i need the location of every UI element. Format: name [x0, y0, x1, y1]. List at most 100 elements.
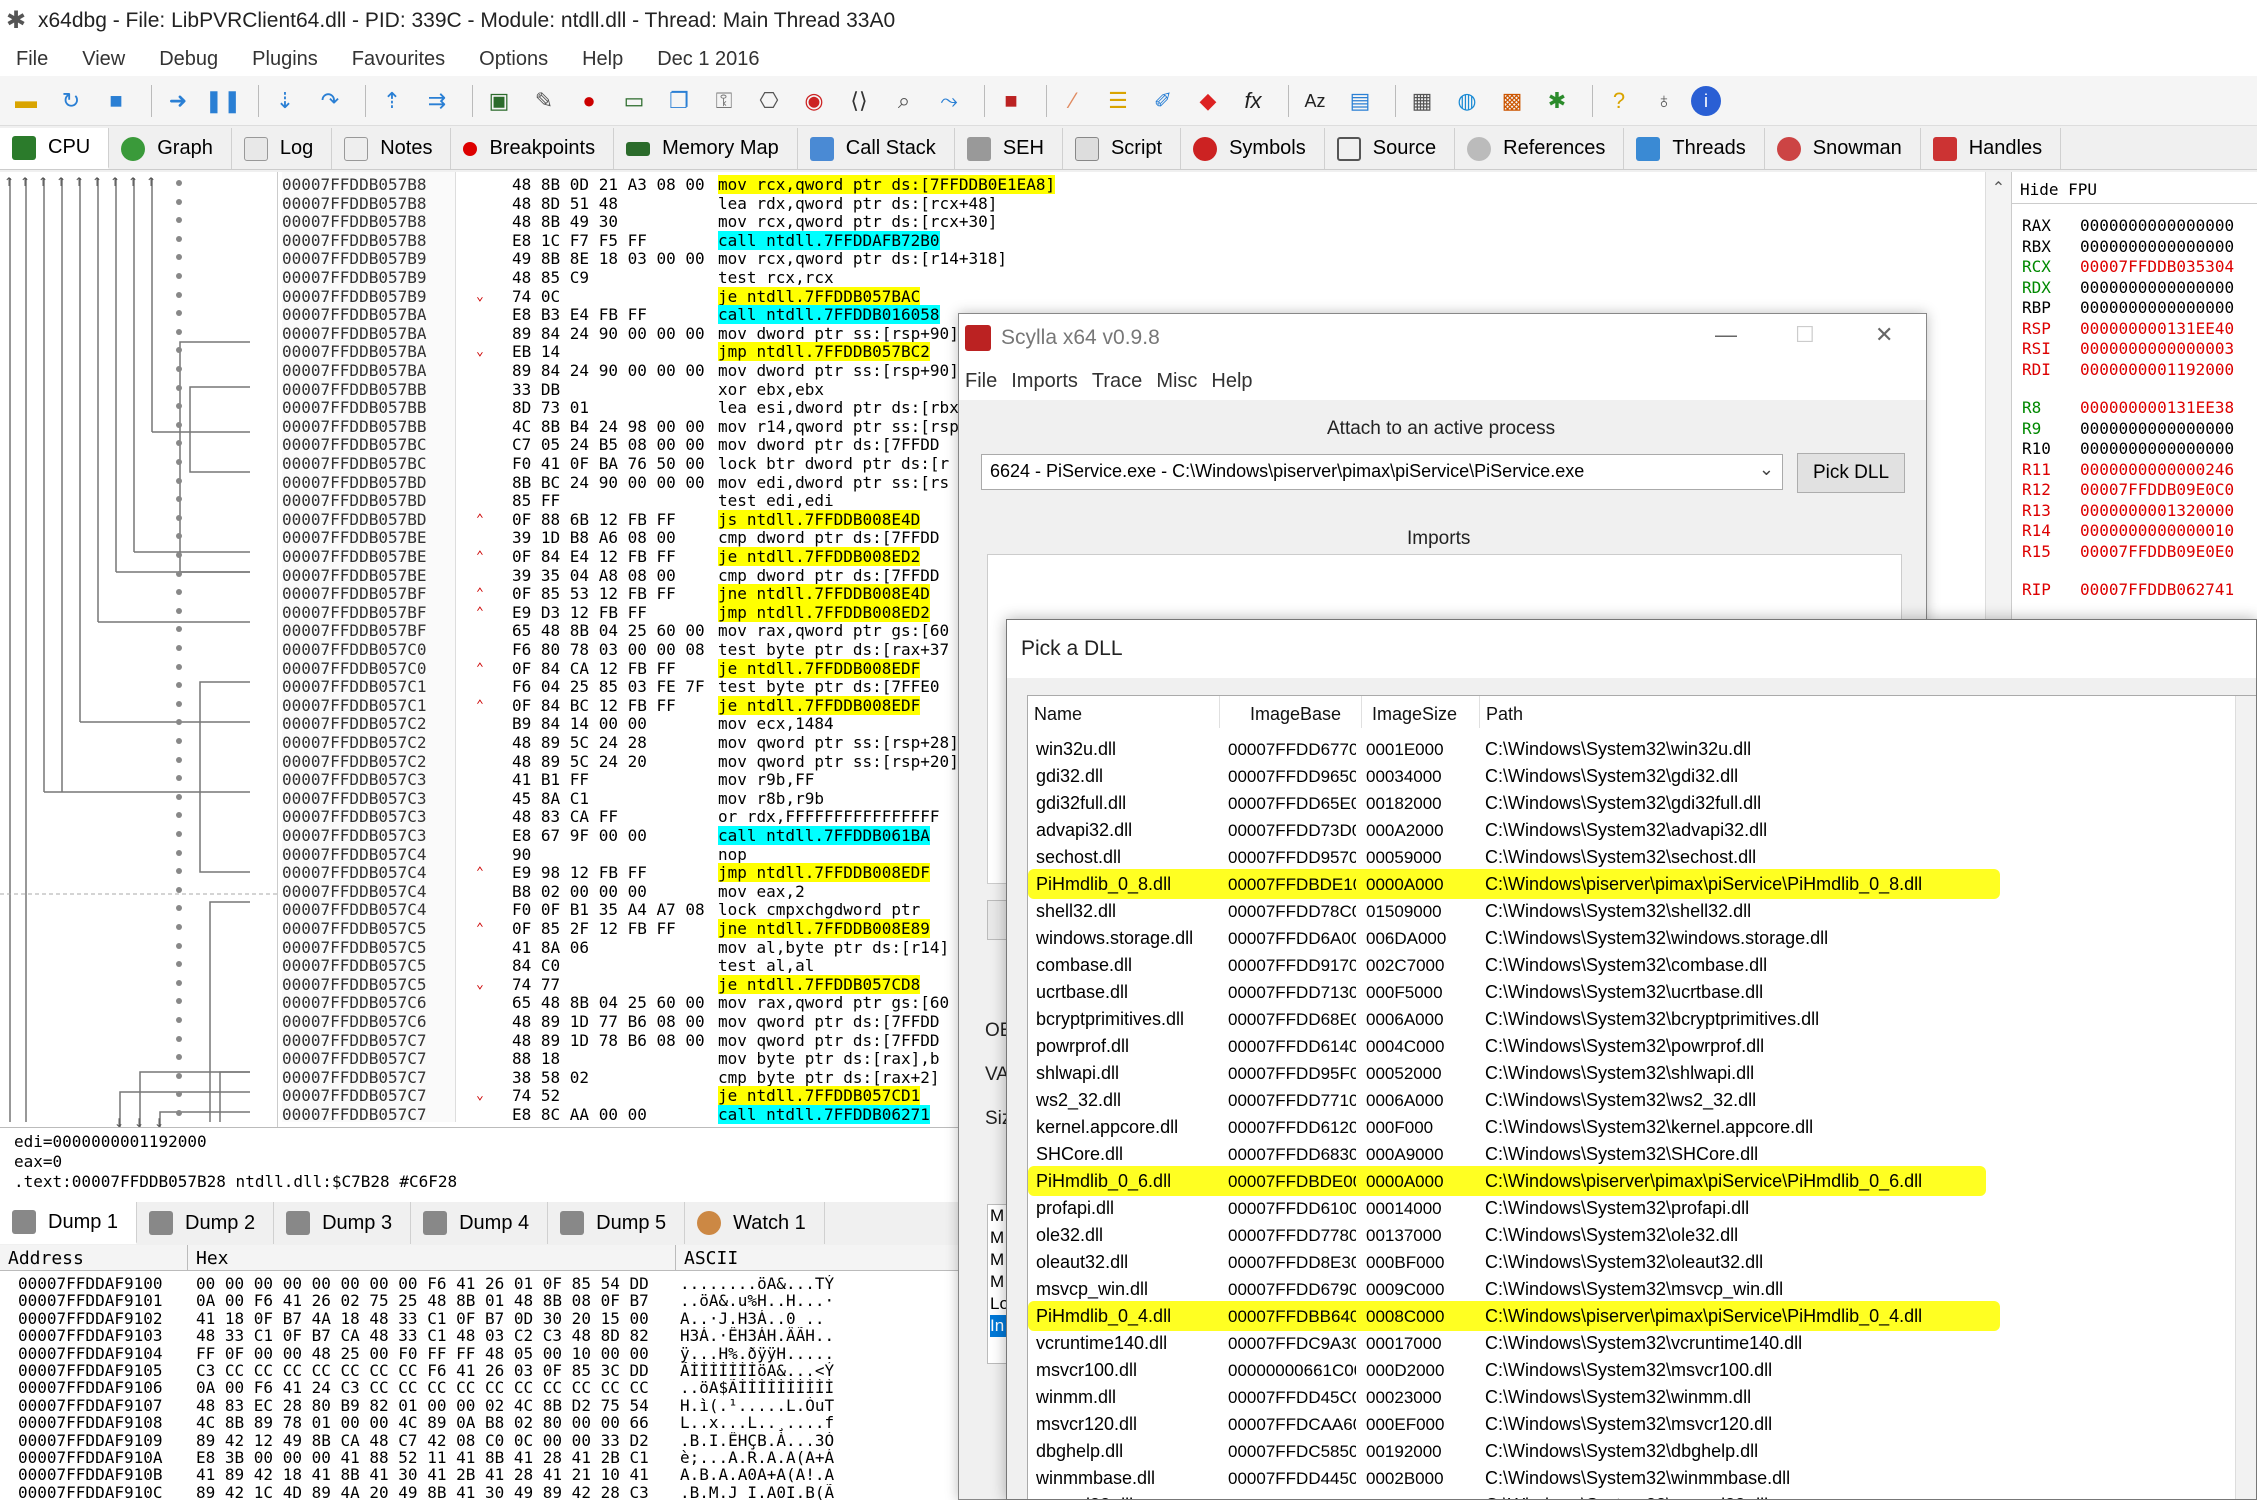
breakpoint-dot[interactable]	[176, 1017, 182, 1023]
dll-header-name[interactable]: Name	[1028, 696, 1220, 728]
close-icon[interactable]: ✕	[1875, 322, 1893, 348]
breakpoint-dot[interactable]	[176, 421, 182, 428]
tab-references[interactable]: References	[1455, 128, 1625, 169]
tab-memory-map[interactable]: Memory Map	[614, 128, 798, 169]
scylla-icon[interactable]: ■	[993, 83, 1029, 119]
plugins-icon[interactable]: ▩	[1494, 83, 1530, 119]
source-icon[interactable]: ⟨⟩	[841, 83, 877, 119]
memory-icon[interactable]: ▭	[616, 83, 652, 119]
globe-icon[interactable]: ◍	[1449, 83, 1485, 119]
scylla-menu-help[interactable]: Help	[1211, 370, 1252, 393]
tab-source[interactable]: Source	[1325, 128, 1456, 169]
register-row[interactable]: R12 00007FFDDB09E0C0	[2022, 480, 2234, 500]
menu-file[interactable]: File	[16, 48, 48, 71]
dll-list-scrollbar[interactable]	[2235, 696, 2256, 1499]
calculator-icon[interactable]: ▦	[1404, 83, 1440, 119]
menu-help[interactable]: Help	[582, 48, 623, 71]
step-over-icon[interactable]: ↷	[312, 83, 348, 119]
menu-debug[interactable]: Debug	[159, 48, 218, 71]
breakpoint-dot[interactable]	[176, 477, 182, 484]
disasm-row[interactable]: 00007FFDDB057B8 E8 1C F7 F5 FF call ntdll.…	[278, 230, 1985, 250]
dump-header-ascii[interactable]: ASCII	[676, 1245, 960, 1271]
patch-icon[interactable]: ✎	[526, 83, 562, 119]
breakpoint-dot[interactable]	[176, 924, 182, 930]
dll-row[interactable]: msvcr120.dll 00007FFDCAA60000 000EF000 C:\W…	[1028, 1411, 2256, 1438]
dll-row[interactable]: advapi32.dll 00007FFDD73D0000 000A2000 C:\W…	[1028, 817, 2256, 844]
scylla-menu-trace[interactable]: Trace	[1092, 370, 1142, 393]
tab-dump-5[interactable]: Dump 5	[548, 1202, 686, 1244]
run-icon[interactable]: ➜	[160, 83, 196, 119]
dump-header-hex[interactable]: Hex	[188, 1245, 676, 1271]
dll-row[interactable]: windows.storage.dll 00007FFDD6A00000 006DA…	[1028, 925, 2256, 952]
breakpoint-dot[interactable]	[176, 886, 182, 893]
breakpoint-dot[interactable]	[176, 328, 182, 335]
dll-row[interactable]: gdi32full.dll 00007FFDD65E0000 00182000 C:\…	[1028, 790, 2256, 817]
tab-breakpoints[interactable]: Breakpoints	[451, 128, 615, 169]
breakpoint-dot[interactable]	[176, 291, 182, 298]
bug-icon[interactable]: ✱	[1539, 83, 1575, 119]
breakpoint-dot[interactable]	[176, 459, 182, 465]
tab-dump-4[interactable]: Dump 4	[411, 1202, 549, 1244]
register-row[interactable]: RBP 0000000000000000	[2022, 298, 2234, 318]
breakpoint-dot[interactable]	[176, 1072, 182, 1079]
dll-row[interactable]: sechost.dll 00007FFDD9570000 00059000 C:\Wi…	[1028, 844, 2256, 871]
minimize-icon[interactable]: —	[1715, 322, 1737, 348]
function-icon[interactable]: fx	[1235, 83, 1271, 119]
register-row[interactable]: R13 0000000001320000	[2022, 501, 2234, 521]
process-select[interactable]: 6624 - PiService.exe - C:\Windows\piserv…	[981, 454, 1783, 490]
comment-icon[interactable]: ☰	[1100, 83, 1136, 119]
dll-row[interactable]: shlwapi.dll 00007FFDD95F0000 00052000 C:\Wi…	[1028, 1060, 2256, 1087]
menu-options[interactable]: Options	[479, 48, 548, 71]
step-into-icon[interactable]: ⇣	[267, 83, 303, 119]
breakpoint-dot[interactable]	[176, 831, 182, 837]
dll-row[interactable]: PiHmdlib_0_6.dll 00007FFDBDE00000 0000A000…	[1028, 1168, 2256, 1195]
breakpoint-dot[interactable]	[176, 700, 182, 707]
tab-snowman[interactable]: Snowman	[1765, 128, 1921, 169]
register-row[interactable]: RCX 00007FFDDB035304	[2022, 257, 2234, 277]
dll-row[interactable]: winmm.dll 00007FFDD45C0000 00023000 C:\Wind…	[1028, 1384, 2256, 1411]
breakpoint-dot[interactable]	[176, 793, 182, 800]
close-icon[interactable]: ■	[98, 83, 134, 119]
dll-list[interactable]: Name ImageBase ImageSize Path win32u.dll…	[1027, 695, 2256, 1499]
scylla-64-icon[interactable]: ▣	[481, 83, 517, 119]
tab-dump-3[interactable]: Dump 3	[274, 1202, 412, 1244]
breakpoint-dot[interactable]	[176, 979, 182, 986]
register-row[interactable]: RDI 0000000001192000	[2022, 360, 2234, 380]
disasm-row[interactable]: 00007FFDDB057B8 48 8B 0D 21 A3 08 00 mov r…	[278, 175, 1985, 194]
breakpoint-dot[interactable]	[176, 570, 182, 577]
dll-row[interactable]: vcruntime140.dll 00007FFDC9A30000 00017000…	[1028, 1330, 2256, 1357]
breakpoint-dot[interactable]	[176, 552, 182, 558]
register-row[interactable]: RSI 0000000000000003	[2022, 339, 2234, 359]
tab-threads[interactable]: Threads	[1624, 128, 1765, 169]
dll-header-imagebase[interactable]: ImageBase	[1220, 696, 1362, 728]
dll-row[interactable]: PiHmdlib_0_4.dll 00007FFDBB640000 0008C000…	[1028, 1303, 2256, 1330]
disasm-row[interactable]: 00007FFDDB057B9 ⌄ 74 0C je ntdll.7FFDDB057B…	[278, 286, 1985, 306]
scylla-menu-misc[interactable]: Misc	[1156, 370, 1197, 393]
breakpoint-dot[interactable]	[176, 663, 182, 670]
scylla-menu-file[interactable]: File	[965, 370, 997, 393]
script-icon[interactable]: ⎔	[751, 83, 787, 119]
dll-header-path[interactable]: Path	[1480, 696, 2240, 728]
symbols-icon[interactable]: ◉	[796, 83, 832, 119]
pause-icon[interactable]: ❚❚	[205, 83, 242, 119]
tab-seh[interactable]: SEH	[955, 128, 1063, 169]
tab-script[interactable]: Script	[1063, 128, 1182, 169]
register-row[interactable]: R14 0000000000000010	[2022, 521, 2234, 541]
pick-dll-button[interactable]: Pick DLL	[1797, 453, 1905, 493]
dump-header-address[interactable]: Address	[0, 1245, 188, 1271]
breakpoint-dot[interactable]	[176, 235, 182, 242]
tab-graph[interactable]: Graph	[109, 128, 232, 169]
dll-row[interactable]: oleaut32.dll 00007FFDD8E30000 000BF000 C:\W…	[1028, 1249, 2256, 1276]
hide-fpu-toggle[interactable]: Hide FPU	[2012, 172, 2257, 204]
breakpoint-dot[interactable]	[176, 645, 182, 651]
bandage-icon[interactable]: ⁄	[1055, 83, 1091, 119]
breakpoint-dot[interactable]	[176, 607, 182, 614]
dll-row[interactable]: bcryptprimitives.dll 00007FFDD68E0000 0006…	[1028, 1006, 2256, 1033]
register-row[interactable]: R11 0000000000000246	[2022, 460, 2234, 480]
tab-notes[interactable]: Notes	[332, 128, 452, 169]
register-row[interactable]: RAX 0000000000000000	[2022, 216, 2234, 236]
tab-log[interactable]: Log	[232, 128, 333, 169]
register-row[interactable]: RDX 0000000000000000	[2022, 278, 2234, 298]
dll-row[interactable]: profapi.dll 00007FFDD6100000 00014000 C:\Wi…	[1028, 1195, 2256, 1222]
register-row[interactable]: RSP 000000000131EE40	[2022, 319, 2234, 339]
